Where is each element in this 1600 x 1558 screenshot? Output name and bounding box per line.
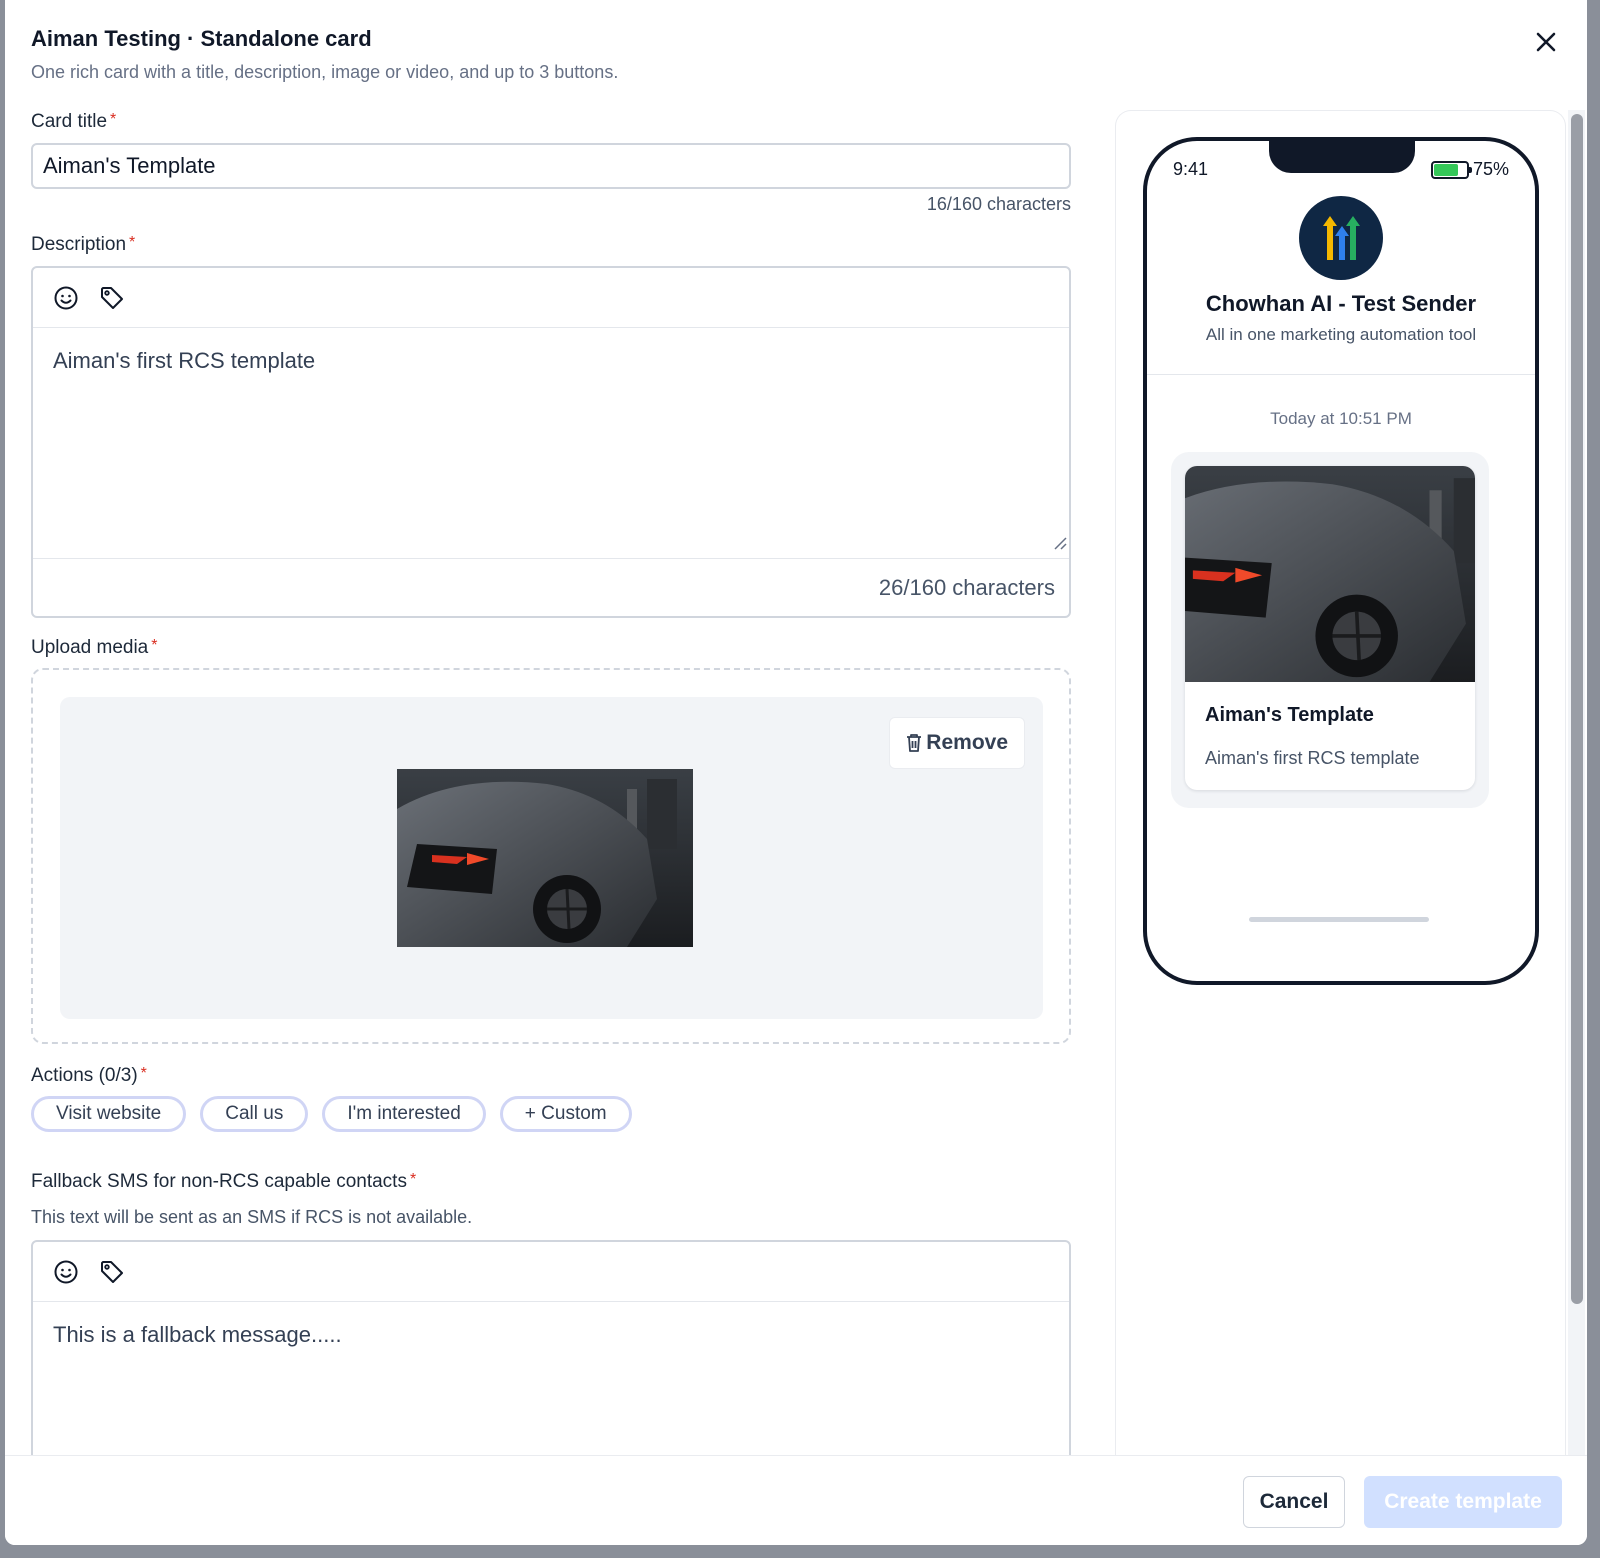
- phone-divider: [1147, 374, 1535, 375]
- rich-card-image: [1185, 466, 1475, 682]
- emoji-icon: [54, 286, 78, 309]
- tag-icon: [101, 286, 123, 309]
- rich-card-title: Aiman's Template: [1205, 704, 1374, 726]
- card-title-counter: 16/160 characters: [926, 194, 1071, 214]
- description-text: Aiman's first RCS template: [53, 348, 316, 373]
- fallback-text: This is a fallback message.....: [53, 1322, 342, 1347]
- action-chip-interested[interactable]: I'm interested: [322, 1096, 486, 1132]
- status-time: 9:41: [1173, 159, 1209, 179]
- upload-media-label: Upload media *: [31, 637, 157, 659]
- status-battery: 75%: [1430, 159, 1509, 180]
- emoji-button[interactable]: [53, 285, 79, 311]
- rich-card-description: Aiman's first RCS template: [1205, 748, 1420, 768]
- battery-icon: [1430, 160, 1472, 179]
- action-chips: Visit website Call us I'm interested + C…: [31, 1096, 632, 1132]
- rich-card-bubble: Aiman's Template Aiman's first RCS templ…: [1171, 452, 1489, 808]
- create-template-button[interactable]: Create template: [1364, 1476, 1562, 1528]
- required-marker: *: [151, 637, 158, 654]
- upload-media-label-text: Upload media: [31, 637, 149, 658]
- card-title-label-text: Card title: [31, 111, 108, 132]
- modal-header: Aiman Testing · Standalone card One rich…: [31, 26, 618, 83]
- description-label-text: Description: [31, 234, 127, 255]
- upload-dropzone[interactable]: Remove: [31, 668, 1071, 1044]
- required-marker: *: [110, 111, 117, 128]
- media-thumbnail: [397, 769, 693, 947]
- home-indicator: [1249, 917, 1429, 922]
- fallback-toolbar: [33, 1242, 1069, 1302]
- media-preview-area: Remove: [60, 697, 1043, 1019]
- modal-title: Aiman Testing · Standalone card: [31, 26, 372, 51]
- remove-media-button[interactable]: Remove: [889, 717, 1025, 769]
- resize-handle-icon[interactable]: [1053, 536, 1067, 550]
- battery-fill: [1433, 163, 1458, 176]
- description-textarea[interactable]: Aiman's first RCS template: [33, 328, 1069, 558]
- required-marker: *: [409, 1171, 417, 1188]
- required-marker: *: [140, 1065, 147, 1082]
- emoji-button[interactable]: [53, 1259, 79, 1285]
- car-image: [397, 769, 693, 947]
- action-chip-custom[interactable]: + Custom: [499, 1096, 632, 1132]
- scrollbar-thumb[interactable]: [1571, 114, 1583, 1304]
- emoji-icon: [54, 1260, 78, 1283]
- card-title-label: Card title *: [31, 111, 116, 133]
- fallback-label-text: Fallback SMS for non-RCS capable contact…: [31, 1171, 407, 1192]
- sender-name: Chowhan AI - Test Sender: [1205, 291, 1477, 316]
- battery-cap: [1468, 166, 1472, 173]
- modal-footer: Cancel Create template: [5, 1455, 1587, 1545]
- actions-label: Actions (0/3) *: [31, 1065, 147, 1087]
- car-image: [1185, 466, 1475, 682]
- rich-card: Aiman's Template Aiman's first RCS templ…: [1185, 466, 1475, 790]
- phone-notch: [1269, 141, 1415, 173]
- arrows-logo-icon: [1323, 216, 1360, 260]
- sender-description: All in one marketing automation tool: [1205, 325, 1477, 344]
- message-timestamp: Today at 10:51 PM: [1270, 409, 1412, 428]
- actions-label-text: Actions (0/3): [31, 1065, 138, 1086]
- fallback-textarea[interactable]: This is a fallback message.....: [33, 1302, 1069, 1368]
- cancel-button[interactable]: Cancel: [1243, 1476, 1345, 1528]
- action-chip-visit-website[interactable]: Visit website: [31, 1096, 187, 1132]
- phone-preview: 9:41 75% Chowhan AI - Test Sender All in…: [1143, 137, 1539, 985]
- create-template-modal: Aiman Testing · Standalone card One rich…: [5, 0, 1587, 1545]
- description-toolbar: [33, 268, 1069, 328]
- description-editor: Aiman's first RCS template 26/160 charac…: [31, 266, 1071, 618]
- fallback-editor: This is a fallback message.....: [31, 1240, 1071, 1480]
- description-counter: 26/160 characters: [878, 575, 1055, 600]
- required-marker: *: [129, 234, 136, 251]
- tag-button[interactable]: [99, 285, 125, 311]
- remove-media-label: Remove: [926, 731, 1008, 754]
- description-footer: 26/160 characters: [33, 558, 1069, 616]
- battery-percent: 75%: [1472, 159, 1509, 179]
- description-label: Description *: [31, 234, 135, 256]
- sender-avatar: [1299, 196, 1383, 280]
- close-icon: [1536, 32, 1556, 52]
- card-title-input[interactable]: Aiman's Template: [31, 143, 1071, 189]
- modal-subtitle: One rich card with a title, description,…: [31, 62, 619, 82]
- fallback-label: Fallback SMS for non-RCS capable contact…: [31, 1171, 416, 1193]
- fallback-helper: This text will be sent as an SMS if RCS …: [31, 1207, 473, 1227]
- close-button[interactable]: [1526, 22, 1566, 62]
- tag-button[interactable]: [99, 1259, 125, 1285]
- trash-icon: [907, 734, 922, 752]
- action-chip-call-us[interactable]: Call us: [200, 1096, 309, 1132]
- tag-icon: [101, 1260, 123, 1283]
